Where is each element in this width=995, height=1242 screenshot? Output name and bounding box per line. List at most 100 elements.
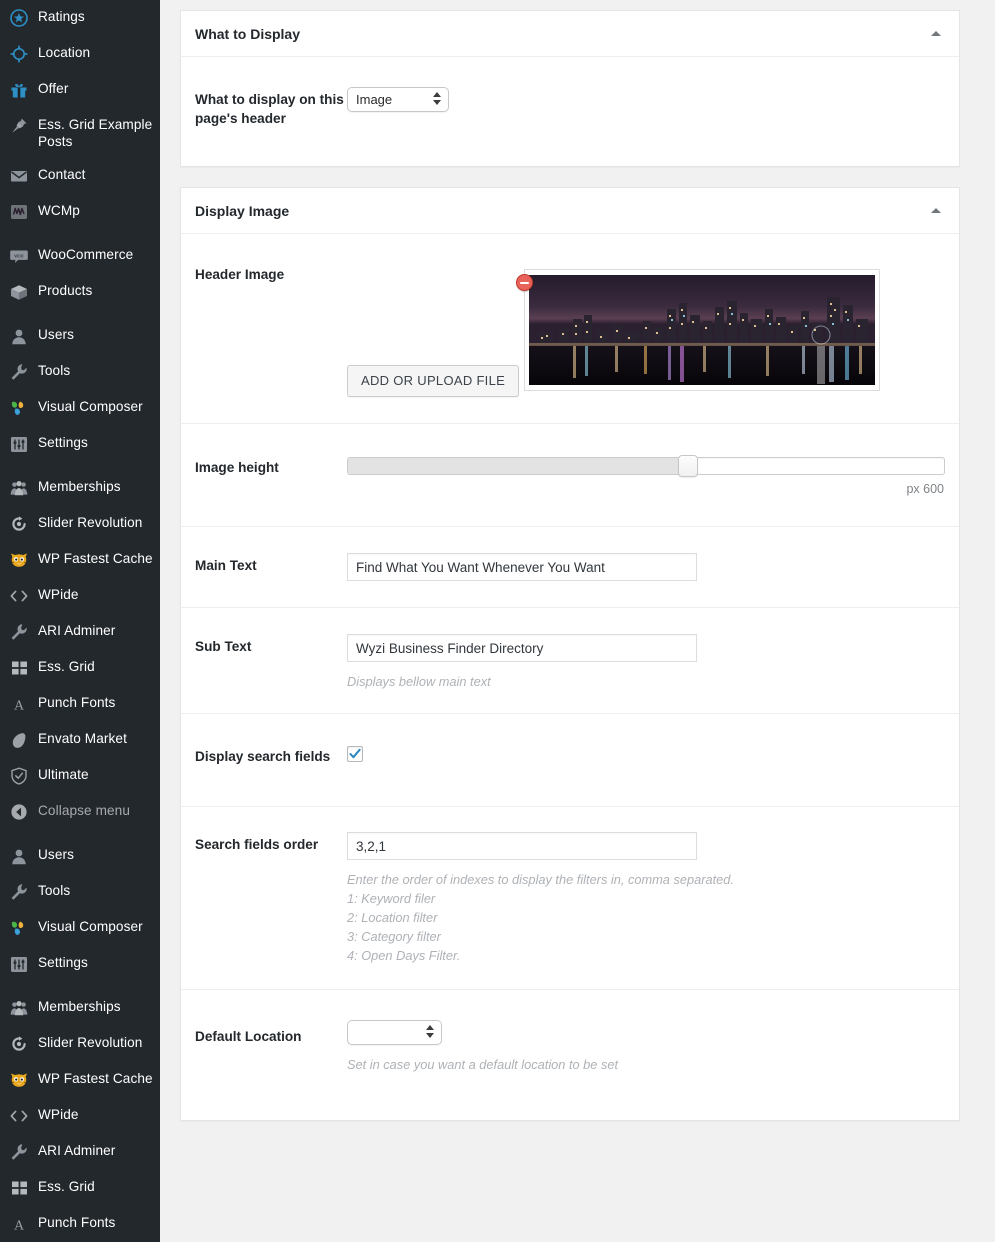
sidebar-separator <box>0 310 160 318</box>
field-row-display-search-fields: Display search fields <box>181 714 959 807</box>
sidebar-item-ari-adminer[interactable]: ARI Adminer <box>0 614 160 650</box>
field-label-main-text: Main Text <box>195 553 347 575</box>
sidebar-item-woocommerce[interactable]: wooWooCommerce <box>0 238 160 274</box>
sidebar-item-memberships[interactable]: Memberships <box>0 990 160 1026</box>
sidebar-item-tools[interactable]: Tools <box>0 354 160 390</box>
admin-sidebar: Ratings Location Offer Ess. Grid Example Po… <box>0 0 160 1242</box>
wrench-icon <box>9 362 29 382</box>
sidebar-item-label: Users <box>38 326 74 343</box>
image-height-slider[interactable] <box>347 457 945 475</box>
display-search-fields-checkbox[interactable] <box>347 746 363 762</box>
admin-screen: Ratings Location Offer Ess. Grid Example Po… <box>0 0 995 1242</box>
sidebar-item-location[interactable]: Location <box>0 36 160 72</box>
remove-minus-icon[interactable] <box>516 274 533 291</box>
sidebar-item-wp-fastest-cache[interactable]: WP Fastest Cache <box>0 542 160 578</box>
sub-text-help: Displays bellow main text <box>347 672 945 691</box>
checkmark-icon <box>349 748 361 760</box>
box-icon <box>9 282 29 302</box>
code-icon <box>9 586 29 606</box>
sidebar-item-wpide[interactable]: WPide <box>0 1098 160 1134</box>
collapse-arrow-icon <box>9 802 29 822</box>
field-control-header-display: Image <box>347 87 945 112</box>
sidebar-item-label: WPide <box>38 1106 79 1123</box>
field-label-search-fields-order: Search fields order <box>195 832 347 854</box>
sidebar-item-label: Offer <box>38 80 68 97</box>
header-image-thumbnail[interactable] <box>529 275 875 385</box>
visual-composer-icon <box>9 918 29 938</box>
chevron-up-icon[interactable] <box>925 200 947 222</box>
sidebar-item-punch-fonts[interactable]: A Punch Fonts <box>0 1206 160 1242</box>
sidebar-item-slider-revolution[interactable]: Slider Revolution <box>0 506 160 542</box>
sub-text-input[interactable] <box>347 634 697 662</box>
font-a-icon: A <box>9 694 29 714</box>
sidebar-item-label: Collapse menu <box>38 802 130 819</box>
add-or-upload-file-button[interactable]: ADD OR UPLOAD FILE <box>347 365 519 397</box>
panel-body-display-image: Header Image ADD OR UPLOAD FILE <box>181 234 959 1120</box>
sidebar-item-offer[interactable]: Offer <box>0 72 160 108</box>
header-display-select[interactable]: Image <box>347 87 449 112</box>
sidebar-item-label: ARI Adminer <box>38 622 115 639</box>
slider-handle[interactable] <box>678 455 698 477</box>
field-label-default-location: Default Location <box>195 1020 347 1046</box>
sidebar-item-users[interactable]: Users <box>0 838 160 874</box>
wrench-icon <box>9 1142 29 1162</box>
sidebar-separator <box>0 230 160 238</box>
wrench-icon <box>9 622 29 642</box>
sidebar-item-visual-composer[interactable]: Visual Composer <box>0 390 160 426</box>
field-row-main-text: Main Text <box>181 527 959 608</box>
code-icon <box>9 1106 29 1126</box>
sidebar-item-wpide[interactable]: WPide <box>0 578 160 614</box>
field-row-header-display: What to display on this page's header Im… <box>181 57 959 166</box>
sidebar-item-ess-grid[interactable]: Ess. Grid <box>0 650 160 686</box>
sidebar-separator <box>0 462 160 470</box>
select-arrows-icon <box>433 92 441 105</box>
sidebar-item-users[interactable]: Users <box>0 318 160 354</box>
sidebar-item-ari-adminer[interactable]: ARI Adminer <box>0 1134 160 1170</box>
sidebar-item-settings[interactable]: Settings <box>0 426 160 462</box>
sidebar-item-ultimate[interactable]: Ultimate <box>0 758 160 794</box>
field-row-sub-text: Sub Text Displays bellow main text <box>181 608 959 714</box>
panel-header-display-image[interactable]: Display Image <box>181 188 959 234</box>
envato-leaf-icon <box>9 730 29 750</box>
sidebar-item-ratings[interactable]: Ratings <box>0 0 160 36</box>
sidebar-item-label: Punch Fonts <box>38 1214 115 1231</box>
svg-text:woo: woo <box>14 253 23 259</box>
sidebar-item-envato-market[interactable]: Envato Market <box>0 722 160 758</box>
sidebar-item-slider-revolution[interactable]: Slider Revolution <box>0 1026 160 1062</box>
sidebar-item-punch-fonts[interactable]: APunch Fonts <box>0 686 160 722</box>
main-text-input[interactable] <box>347 553 697 581</box>
sidebar-item-collapse-menu[interactable]: Collapse menu <box>0 794 160 830</box>
panel-header-what-to-display[interactable]: What to Display <box>181 11 959 57</box>
search-fields-order-input[interactable] <box>347 832 697 860</box>
visual-composer-icon <box>9 398 29 418</box>
svg-text:A: A <box>14 698 25 712</box>
field-row-search-fields-order: Search fields order Enter the order of i… <box>181 807 959 990</box>
group-icon <box>9 478 29 498</box>
sidebar-item-wcmp[interactable]: WCMp <box>0 194 160 230</box>
wcmp-icon <box>9 202 29 222</box>
sidebar-item-wp-fastest-cache[interactable]: WP Fastest Cache <box>0 1062 160 1098</box>
help-line: Enter the order of indexes to display th… <box>347 870 945 889</box>
field-control-image-height: px 600 <box>347 454 945 496</box>
sidebar-item-label: Ess. Grid Example Posts <box>38 116 160 150</box>
default-location-help: Set in case you want a default location … <box>347 1055 945 1074</box>
sidebar-item-memberships[interactable]: Memberships <box>0 470 160 506</box>
sidebar-item-contact[interactable]: Contact <box>0 158 160 194</box>
user-icon <box>9 846 29 866</box>
slider-fill <box>348 458 688 474</box>
sidebar-item-label: Location <box>38 44 90 61</box>
sidebar-item-products[interactable]: Products <box>0 274 160 310</box>
sidebar-item-visual-composer[interactable]: Visual Composer <box>0 910 160 946</box>
sliders-icon <box>9 954 29 974</box>
sidebar-item-label: Ultimate <box>38 766 89 783</box>
cheetah-icon <box>9 550 29 570</box>
svg-text:A: A <box>14 1218 25 1232</box>
sidebar-item-settings[interactable]: Settings <box>0 946 160 982</box>
chevron-up-icon[interactable] <box>925 23 947 45</box>
woocommerce-icon: woo <box>9 246 29 266</box>
sidebar-item-ess-grid-example-posts[interactable]: Ess. Grid Example Posts <box>0 108 160 158</box>
sidebar-item-label: WCMp <box>38 202 80 219</box>
sidebar-item-tools[interactable]: Tools <box>0 874 160 910</box>
sidebar-item-ess-grid[interactable]: Ess. Grid <box>0 1170 160 1206</box>
default-location-select[interactable] <box>347 1020 442 1045</box>
